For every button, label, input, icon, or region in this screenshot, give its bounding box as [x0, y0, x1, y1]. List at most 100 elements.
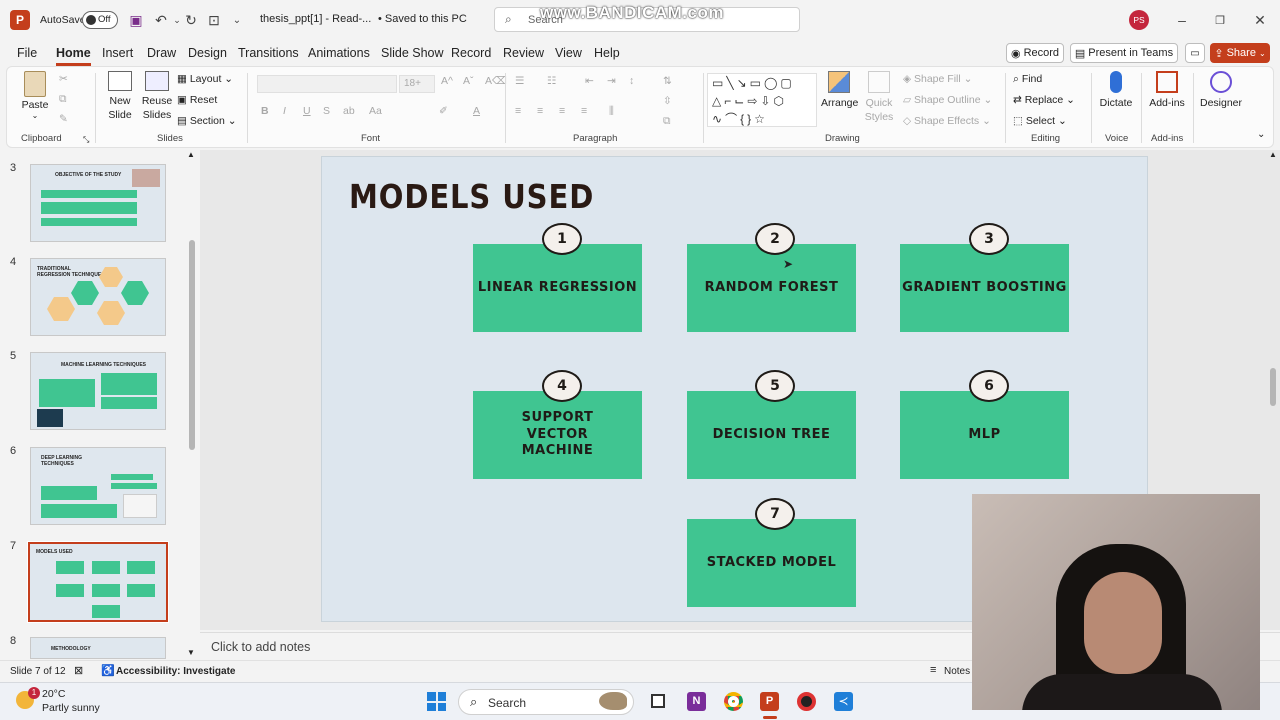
- bullets-icon[interactable]: ☰: [515, 75, 524, 87]
- tab-slide-show[interactable]: Slide Show: [381, 46, 444, 60]
- align-text-icon[interactable]: ⇳: [663, 95, 672, 107]
- bold-button[interactable]: B: [261, 105, 269, 117]
- onenote-icon[interactable]: N: [687, 692, 706, 711]
- slide-thumbnail-5[interactable]: MACHINE LEARNING TECHNIQUES: [30, 352, 166, 430]
- justify-icon[interactable]: ≡: [581, 105, 587, 117]
- cut-icon[interactable]: ✂: [59, 73, 68, 85]
- numbering-icon[interactable]: ☷: [547, 75, 556, 87]
- slide-thumbnail-3[interactable]: OBJECTIVE OF THE STUDY: [30, 164, 166, 242]
- decrease-font-icon[interactable]: Aˇ: [463, 75, 474, 87]
- document-filename[interactable]: thesis_ppt[1] - Read-...: [260, 13, 371, 25]
- maximize-icon[interactable]: ❐: [1209, 9, 1231, 31]
- line-spacing-icon[interactable]: ↕: [629, 75, 634, 87]
- tab-home[interactable]: Home: [56, 46, 91, 66]
- weather-description[interactable]: Partly sunny: [42, 702, 100, 714]
- model-box[interactable]: LINEAR REGRESSION: [473, 244, 642, 332]
- scroll-down-icon[interactable]: ▼: [187, 648, 195, 657]
- character-spacing-button[interactable]: ab: [343, 105, 355, 117]
- tab-draw[interactable]: Draw: [147, 46, 176, 60]
- autosave-toggle[interactable]: Off: [82, 11, 118, 29]
- taskbar-search[interactable]: ⌕ Search: [458, 689, 634, 715]
- spelling-check-icon[interactable]: ⊠: [74, 664, 83, 677]
- tab-file[interactable]: File: [17, 46, 37, 60]
- quick-styles-button[interactable]: Quick Styles: [861, 71, 897, 124]
- user-avatar[interactable]: PS: [1129, 10, 1149, 30]
- tab-animations[interactable]: Animations: [308, 46, 370, 60]
- increase-indent-icon[interactable]: ⇥: [607, 75, 616, 87]
- share-button[interactable]: ⇪ Share ⌄: [1210, 43, 1270, 63]
- reuse-slides-button[interactable]: Reuse Slides: [139, 71, 175, 122]
- highlight-icon[interactable]: ✐: [439, 105, 448, 117]
- find-button[interactable]: ⌕ Find: [1013, 73, 1042, 86]
- shape-effects-button[interactable]: ◇ Shape Effects ⌄: [903, 115, 991, 127]
- add-ins-button[interactable]: Add-ins: [1147, 71, 1187, 109]
- chrome-icon[interactable]: [724, 692, 743, 711]
- align-center-icon[interactable]: ≡: [537, 105, 543, 117]
- notes-toggle[interactable]: Notes: [944, 666, 970, 677]
- shapes-gallery[interactable]: ▭╲↘▭◯▢ △⌐⌙⇨⇩⬡ ∿⌒{}☆: [707, 73, 817, 127]
- task-view-icon[interactable]: [651, 694, 665, 708]
- designer-button[interactable]: Designer: [1199, 71, 1243, 109]
- italic-button[interactable]: I: [283, 105, 286, 117]
- tab-review[interactable]: Review: [503, 46, 544, 60]
- model-box[interactable]: GRADIENT BOOSTING: [900, 244, 1069, 332]
- tab-design[interactable]: Design: [188, 46, 227, 60]
- clear-formatting-icon[interactable]: A⌫: [485, 75, 507, 87]
- comments-icon[interactable]: ▭: [1185, 43, 1205, 63]
- accessibility-icon[interactable]: ♿: [101, 664, 115, 677]
- dictate-button[interactable]: Dictate: [1097, 71, 1135, 109]
- model-box[interactable]: DECISION TREE: [687, 391, 856, 479]
- font-color-icon[interactable]: A: [473, 105, 480, 117]
- scroll-up-icon[interactable]: ▲: [1269, 150, 1277, 159]
- select-button[interactable]: ⬚ Select ⌄: [1013, 115, 1067, 127]
- font-size-dropdown[interactable]: 18+: [399, 75, 435, 93]
- collapse-ribbon-icon[interactable]: ⌄: [1257, 129, 1265, 140]
- record-button[interactable]: ◉ Record: [1006, 43, 1064, 63]
- thumbnails-scrollbar[interactable]: [189, 240, 195, 450]
- shape-outline-button[interactable]: ▱ Shape Outline ⌄: [903, 94, 992, 106]
- tab-help[interactable]: Help: [594, 46, 620, 60]
- reset-button[interactable]: ▣ Reset: [177, 94, 217, 106]
- close-icon[interactable]: ✕: [1249, 9, 1271, 31]
- tab-view[interactable]: View: [555, 46, 582, 60]
- bandicam-icon[interactable]: [797, 692, 816, 711]
- save-icon[interactable]: ▣: [125, 9, 147, 31]
- decrease-indent-icon[interactable]: ⇤: [585, 75, 594, 87]
- powerpoint-taskbar-icon[interactable]: P: [760, 692, 779, 711]
- slide-thumbnail-6[interactable]: DEEP LEARNING TECHNIQUES: [30, 447, 166, 525]
- canvas-scrollbar[interactable]: [1270, 368, 1276, 406]
- columns-icon[interactable]: ⫼: [609, 105, 614, 118]
- align-right-icon[interactable]: ≡: [559, 105, 565, 117]
- present-in-teams-button[interactable]: ▤ Present in Teams: [1070, 43, 1178, 63]
- model-box[interactable]: RANDOM FOREST: [687, 244, 856, 332]
- format-painter-icon[interactable]: ✎: [59, 113, 68, 125]
- smartart-icon[interactable]: ⧉: [663, 115, 671, 128]
- shape-fill-button[interactable]: ◈ Shape Fill ⌄: [903, 73, 972, 85]
- tab-insert[interactable]: Insert: [102, 46, 133, 60]
- slide-thumbnail-7[interactable]: MODELS USED: [27, 541, 169, 623]
- model-box[interactable]: SUPPORT VECTOR MACHINE: [473, 391, 642, 479]
- accessibility-status[interactable]: Accessibility: Investigate: [116, 666, 236, 677]
- section-button[interactable]: ▤ Section ⌄: [177, 115, 237, 127]
- text-direction-icon[interactable]: ⇅: [663, 75, 672, 87]
- slide-thumbnail-4[interactable]: TRADITIONAL REGRESSION TECHNIQUES: [30, 258, 166, 336]
- slide-counter[interactable]: Slide 7 of 12: [10, 666, 66, 677]
- weather-temp[interactable]: 20°C: [42, 688, 65, 700]
- notes-toggle-icon[interactable]: ≡: [930, 664, 936, 676]
- change-case-icon[interactable]: Aa: [369, 105, 382, 117]
- redo-icon[interactable]: ↻: [180, 9, 202, 31]
- align-left-icon[interactable]: ≡: [515, 105, 521, 117]
- replace-button[interactable]: ⇄ Replace ⌄: [1013, 94, 1075, 106]
- minimize-icon[interactable]: –: [1171, 9, 1193, 31]
- model-box[interactable]: STACKED MODEL: [687, 519, 856, 607]
- strikethrough-button[interactable]: S: [323, 105, 330, 117]
- paste-button[interactable]: Paste ⌄: [17, 71, 53, 120]
- scroll-up-icon[interactable]: ▲: [187, 150, 195, 159]
- tab-transitions[interactable]: Transitions: [238, 46, 299, 60]
- copy-icon[interactable]: ⧉: [59, 93, 67, 106]
- arrange-button[interactable]: Arrange: [821, 71, 858, 109]
- slide-title[interactable]: MODELS USED: [349, 177, 594, 216]
- present-from-start-icon[interactable]: ⊡: [203, 9, 225, 31]
- increase-font-icon[interactable]: A^: [441, 75, 453, 87]
- font-name-dropdown[interactable]: [257, 75, 397, 93]
